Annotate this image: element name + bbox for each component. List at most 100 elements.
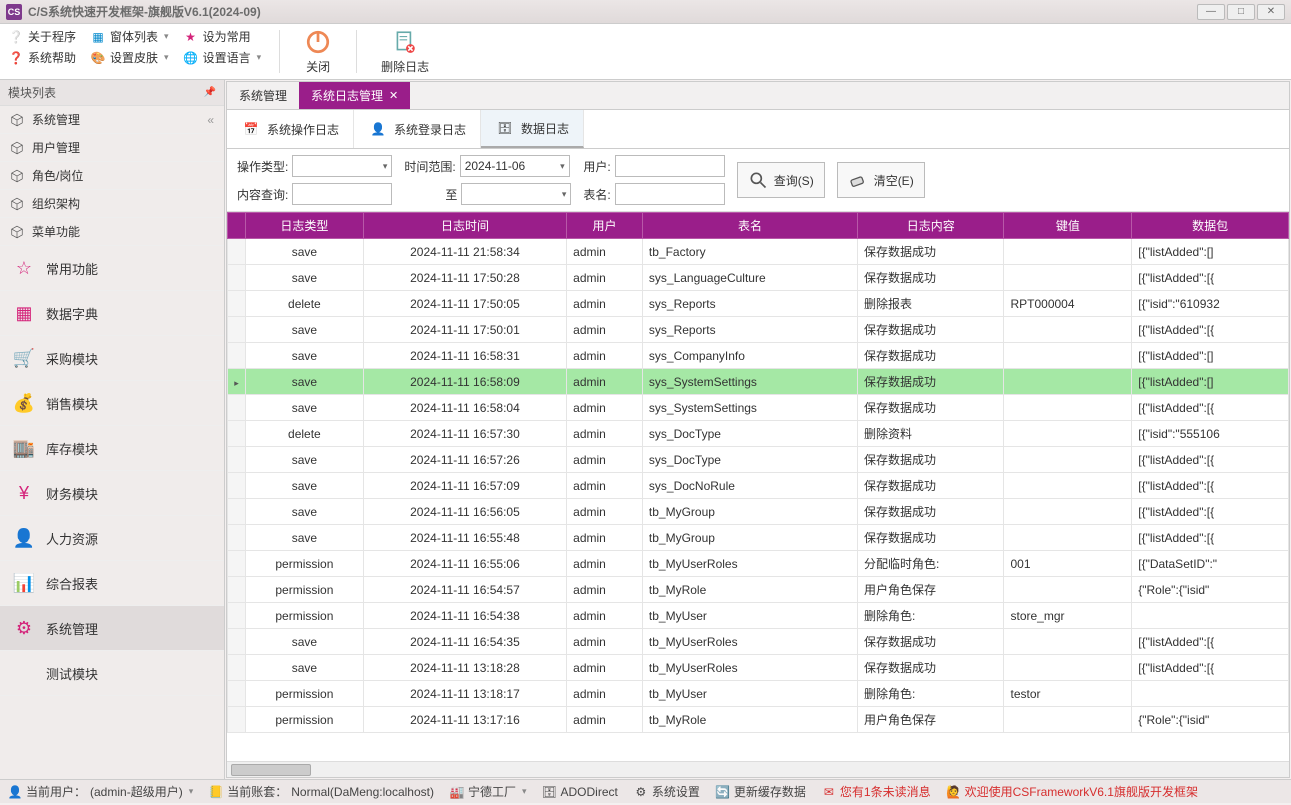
table-row[interactable]: save2024-11-11 17:50:28adminsys_Language… — [228, 265, 1289, 291]
table-row[interactable]: save2024-11-11 13:18:28admintb_MyUserRol… — [228, 655, 1289, 681]
status-unread[interactable]: ✉ 您有1条未读消息 — [822, 783, 931, 800]
about-button[interactable]: ❔ 关于程序 — [8, 28, 76, 45]
sidebar-top-item[interactable]: 组织架构 — [0, 190, 224, 218]
maximize-button[interactable]: □ — [1227, 4, 1255, 20]
user-input[interactable] — [615, 155, 725, 177]
sidebar-top-item[interactable]: 角色/岗位 — [0, 162, 224, 190]
column-header[interactable]: 日志内容 — [858, 213, 1004, 239]
table-row[interactable]: delete2024-11-11 17:50:05adminsys_Report… — [228, 291, 1289, 317]
close-window-button[interactable]: ✕ — [1257, 4, 1285, 20]
close-tab-button[interactable]: 关闭 — [298, 28, 338, 75]
table-row[interactable]: save2024-11-11 17:50:01adminsys_Reports保… — [228, 317, 1289, 343]
status-settings[interactable]: ⚙ 系统设置 — [634, 783, 700, 800]
subtabstrip: 📅系统操作日志👤系统登录日志🗄数据日志 — [227, 110, 1289, 149]
help-button[interactable]: ❓ 系统帮助 — [8, 49, 76, 66]
search-icon — [748, 170, 768, 190]
column-header[interactable]: 日志类型 — [246, 213, 364, 239]
sidebar-nav-3[interactable]: 💰销售模块 — [0, 381, 224, 426]
table-row[interactable]: save2024-11-11 16:58:31adminsys_CompanyI… — [228, 343, 1289, 369]
set-default-button[interactable]: ★ 设为常用 — [183, 28, 251, 45]
column-header[interactable]: 键值 — [1004, 213, 1132, 239]
column-header[interactable]: 用户 — [567, 213, 643, 239]
pin-icon[interactable]: 📌 — [204, 87, 216, 98]
cube-icon — [10, 225, 24, 239]
delete-log-button[interactable]: 删除日志 — [375, 28, 435, 75]
subtab-1[interactable]: 👤系统登录日志 — [354, 110, 481, 148]
clear-button[interactable]: 清空(E) — [837, 162, 925, 198]
status-account[interactable]: 📒 当前账套： Normal(DaMeng:localhost) — [209, 783, 434, 800]
star-icon: ★ — [183, 29, 199, 45]
sidebar-top-item[interactable]: 菜单功能 — [0, 218, 224, 246]
table-row[interactable]: permission2024-11-11 16:54:57admintb_MyR… — [228, 577, 1289, 603]
search-button[interactable]: 查询(S) — [737, 162, 825, 198]
table-row[interactable]: save2024-11-11 16:58:04adminsys_SystemSe… — [228, 395, 1289, 421]
table-row[interactable]: save2024-11-11 16:57:09adminsys_DocNoRul… — [228, 473, 1289, 499]
subtab-2[interactable]: 🗄数据日志 — [481, 110, 584, 148]
sidebar-title: 模块列表 — [8, 84, 56, 101]
sidebar-top-item[interactable]: 系统管理« — [0, 106, 224, 134]
status-welcome: 🙋 欢迎使用CSFrameworkV6.1旗舰版开发框架 — [947, 783, 1198, 800]
op-type-combo[interactable]: ▾ — [292, 155, 392, 177]
time-range-label: 时间范围: — [404, 158, 455, 175]
table-row[interactable]: save2024-11-11 16:56:05admintb_MyGroup保存… — [228, 499, 1289, 525]
window-list-label: 窗体列表 — [110, 28, 158, 45]
date-from-combo[interactable]: 2024-11-06▾ — [460, 155, 570, 177]
globe-icon: 🌐 — [183, 50, 199, 66]
cube-icon — [10, 197, 24, 211]
table-row[interactable]: save2024-11-11 16:58:09adminsys_SystemSe… — [228, 369, 1289, 395]
sidebar-nav-7[interactable]: 📊综合报表 — [0, 561, 224, 606]
sidebar-header: 模块列表 📌 — [0, 80, 224, 106]
table-row[interactable]: save2024-11-11 16:57:26adminsys_DocType保… — [228, 447, 1289, 473]
nav-icon — [12, 661, 36, 685]
minimize-button[interactable]: — — [1197, 4, 1225, 20]
window-list-button[interactable]: ▦ 窗体列表▾ — [90, 28, 169, 45]
sidebar-nav-9[interactable]: 测试模块 — [0, 651, 224, 696]
table-row[interactable]: permission2024-11-11 13:18:17admintb_MyU… — [228, 681, 1289, 707]
column-header[interactable]: 表名 — [642, 213, 857, 239]
log-table-wrap[interactable]: 日志类型日志时间用户表名日志内容键值数据包 save2024-11-11 21:… — [227, 212, 1289, 761]
tab-0[interactable]: 系统管理 — [227, 82, 299, 109]
palette-icon: 🎨 — [90, 50, 106, 66]
column-header[interactable]: 数据包 — [1132, 213, 1289, 239]
sidebar-nav-5[interactable]: ¥财务模块 — [0, 471, 224, 516]
table-row[interactable]: save2024-11-11 21:58:34admintb_Factory保存… — [228, 239, 1289, 265]
subtab-0[interactable]: 📅系统操作日志 — [227, 110, 354, 148]
sidebar-top-item[interactable]: 用户管理 — [0, 134, 224, 162]
help-label: 系统帮助 — [28, 49, 76, 66]
table-row[interactable]: delete2024-11-11 16:57:30adminsys_DocTyp… — [228, 421, 1289, 447]
table-row[interactable]: permission2024-11-11 16:55:06admintb_MyU… — [228, 551, 1289, 577]
cube-icon — [10, 169, 24, 183]
status-ado[interactable]: 🗄 ADODirect — [543, 785, 618, 799]
content-label: 内容查询: — [237, 186, 288, 203]
close-icon[interactable]: ✕ — [389, 89, 398, 102]
status-user[interactable]: 👤 当前用户： (admin-超级用户)▾ — [8, 783, 193, 800]
table-row[interactable]: save2024-11-11 16:54:35admintb_MyUserRol… — [228, 629, 1289, 655]
sidebar-nav-2[interactable]: 🛒采购模块 — [0, 336, 224, 381]
language-button[interactable]: 🌐 设置语言▾ — [183, 49, 262, 66]
table-row[interactable]: permission2024-11-11 13:17:16admintb_MyR… — [228, 707, 1289, 733]
table-input[interactable] — [615, 183, 725, 205]
mail-icon: ✉ — [822, 785, 836, 799]
table-label: 表名: — [583, 186, 610, 203]
column-header[interactable]: 日志时间 — [363, 213, 566, 239]
sidebar: 模块列表 📌 系统管理«用户管理角色/岗位组织架构菜单功能☆常用功能▦数据字典🛒… — [0, 80, 225, 779]
table-row[interactable]: save2024-11-11 16:55:48admintb_MyGroup保存… — [228, 525, 1289, 551]
sidebar-nav-8[interactable]: ⚙系统管理 — [0, 606, 224, 651]
sidebar-nav-6[interactable]: 👤人力资源 — [0, 516, 224, 561]
horizontal-scrollbar[interactable] — [227, 761, 1289, 777]
date-to-combo[interactable]: ▾ — [461, 183, 571, 205]
content-input[interactable] — [292, 183, 392, 205]
database-icon: 🗄 — [543, 785, 557, 799]
tab-1[interactable]: 系统日志管理✕ — [299, 82, 410, 109]
table-row[interactable]: permission2024-11-11 16:54:38admintb_MyU… — [228, 603, 1289, 629]
sidebar-nav-1[interactable]: ▦数据字典 — [0, 291, 224, 336]
sidebar-nav-0[interactable]: ☆常用功能 — [0, 246, 224, 291]
help-icon: ❓ — [8, 50, 24, 66]
date-from-value: 2024-11-06 — [465, 159, 526, 173]
subtab-icon: 📅 — [241, 119, 261, 139]
skin-button[interactable]: 🎨 设置皮肤▾ — [90, 49, 169, 66]
ribbon: ❔ 关于程序 ▦ 窗体列表▾ ★ 设为常用 ❓ 系统帮助 🎨 设置皮肤▾ 🌐 — [0, 24, 1291, 80]
sidebar-nav-4[interactable]: 🏬库存模块 — [0, 426, 224, 471]
status-factory[interactable]: 🏭 宁德工厂▾ — [450, 783, 527, 800]
status-refresh[interactable]: 🔄 更新缓存数据 — [716, 783, 806, 800]
